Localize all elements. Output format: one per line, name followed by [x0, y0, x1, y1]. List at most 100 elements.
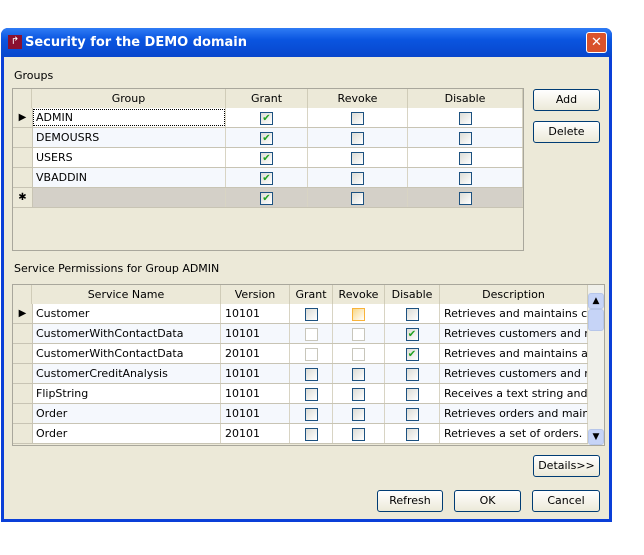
scrollbar-thumb[interactable]	[588, 309, 604, 331]
disable-checkbox[interactable]	[458, 172, 472, 185]
grant-checkbox[interactable]	[304, 388, 318, 401]
table-row[interactable]: VBADDIN ✔	[13, 168, 523, 188]
grant-checkbox[interactable]: ✔	[260, 172, 273, 185]
column-header-disable[interactable]: Disable	[408, 89, 523, 108]
disable-checkbox[interactable]	[405, 388, 419, 401]
table-row[interactable]: DEMOUSRS ✔	[13, 128, 523, 148]
disable-cell	[385, 304, 440, 323]
title-bar[interactable]: ↱ Security for the DEMO domain ✕	[1, 28, 612, 57]
grant-checkbox[interactable]: ✔	[260, 152, 273, 165]
grant-checkbox[interactable]: ✔	[260, 112, 273, 125]
column-header-disable[interactable]: Disable	[385, 285, 440, 304]
group-name-cell[interactable]: ADMIN	[32, 108, 226, 127]
groups-label: Groups	[14, 69, 54, 82]
revoke-checkbox[interactable]	[351, 192, 364, 205]
grant-checkbox[interactable]	[304, 308, 318, 321]
disable-checkbox[interactable]	[405, 408, 419, 421]
row-header	[13, 148, 33, 167]
groups-grid[interactable]: Group Grant Revoke Disable ▶ ADMIN ✔ DEMOUSRS ✔ U…	[12, 88, 524, 251]
row-header	[13, 404, 33, 423]
grant-checkbox[interactable]: ✔	[260, 192, 273, 205]
revoke-checkbox[interactable]	[352, 348, 365, 361]
group-name-cell[interactable]: VBADDIN	[32, 168, 226, 187]
description-cell: Retrieves and maintains cu	[440, 304, 588, 323]
grant-cell	[290, 404, 333, 423]
disable-checkbox[interactable]: ✔	[405, 348, 419, 361]
table-row[interactable]: CustomerCreditAnalysis 10101 Retrieves cus…	[13, 364, 588, 384]
column-header-description[interactable]: Description	[440, 285, 588, 304]
column-header-grant[interactable]: Grant	[290, 285, 333, 304]
revoke-checkbox[interactable]	[352, 328, 365, 341]
close-button[interactable]: ✕	[586, 32, 607, 53]
table-row[interactable]: ▶ ADMIN ✔	[13, 108, 523, 128]
disable-checkbox[interactable]	[405, 368, 419, 381]
grant-checkbox[interactable]	[304, 408, 318, 421]
cancel-button[interactable]: Cancel	[532, 490, 600, 512]
column-header-version[interactable]: Version	[221, 285, 290, 304]
revoke-cell	[308, 148, 408, 167]
group-name-cell[interactable]	[32, 188, 226, 207]
table-row[interactable]: CustomerWithContactData 20101 ✔ Retrieves a…	[13, 344, 588, 364]
revoke-checkbox[interactable]	[352, 368, 365, 381]
details-button[interactable]: Details>>	[533, 455, 600, 477]
version-cell: 10101	[221, 404, 290, 423]
scroll-down-icon[interactable]: ▼	[588, 429, 604, 445]
services-grid[interactable]: Service Name Version Grant Revoke Disable Des…	[12, 284, 605, 446]
column-header-group[interactable]: Group	[32, 89, 226, 108]
version-cell: 10101	[221, 364, 290, 383]
disable-checkbox[interactable]	[458, 192, 472, 205]
table-row[interactable]: Order 20101 Retrieves a set of orders.	[13, 424, 588, 444]
version-cell: 20101	[221, 344, 290, 363]
disable-checkbox[interactable]	[458, 152, 472, 165]
table-row[interactable]: Order 10101 Retrieves orders and maint	[13, 404, 588, 424]
column-header-service-name[interactable]: Service Name	[32, 285, 221, 304]
grant-checkbox[interactable]	[304, 368, 318, 381]
row-header	[13, 344, 33, 363]
disable-cell	[385, 404, 440, 423]
ok-button[interactable]: OK	[454, 490, 521, 512]
table-row[interactable]: FlipString 10101 Receives a text string an…	[13, 384, 588, 404]
grant-checkbox[interactable]: ✔	[260, 132, 273, 145]
service-name-cell: CustomerCreditAnalysis	[32, 364, 221, 383]
current-row-indicator-icon: ▶	[13, 108, 33, 127]
revoke-checkbox[interactable]	[351, 132, 364, 145]
column-header-revoke[interactable]: Revoke	[308, 89, 408, 108]
revoke-checkbox[interactable]	[352, 408, 365, 421]
table-row[interactable]: USERS ✔	[13, 148, 523, 168]
disable-checkbox[interactable]	[458, 132, 472, 145]
version-cell: 10101	[221, 304, 290, 323]
disable-checkbox[interactable]	[405, 308, 419, 321]
delete-button[interactable]: Delete	[533, 121, 600, 143]
revoke-checkbox[interactable]	[351, 152, 364, 165]
revoke-checkbox[interactable]	[352, 308, 365, 321]
table-row[interactable]: ▶ Customer 10101 Retrieves and maintains cu	[13, 304, 588, 324]
service-permissions-label: Service Permissions for Group ADMIN	[14, 262, 220, 275]
grant-checkbox[interactable]	[304, 328, 318, 341]
revoke-checkbox[interactable]	[352, 388, 365, 401]
group-name-cell[interactable]: USERS	[32, 148, 226, 167]
disable-checkbox[interactable]	[458, 112, 472, 125]
grant-cell	[290, 324, 333, 343]
column-header-grant[interactable]: Grant	[226, 89, 308, 108]
revoke-cell	[308, 108, 408, 127]
scroll-up-icon[interactable]: ▲	[588, 293, 604, 309]
add-button[interactable]: Add	[533, 89, 600, 111]
column-header-revoke[interactable]: Revoke	[333, 285, 385, 304]
grant-cell	[290, 344, 333, 363]
group-name-cell[interactable]: DEMOUSRS	[32, 128, 226, 147]
revoke-checkbox[interactable]	[351, 172, 364, 185]
refresh-button[interactable]: Refresh	[377, 490, 443, 512]
description-cell: Retrieves orders and maint	[440, 404, 588, 423]
disable-cell	[408, 148, 523, 167]
grant-checkbox[interactable]	[304, 428, 318, 441]
revoke-checkbox[interactable]	[351, 112, 364, 125]
table-row[interactable]: CustomerWithContactData 10101 ✔ Retrieves c…	[13, 324, 588, 344]
grant-checkbox[interactable]	[304, 348, 318, 361]
disable-checkbox[interactable]: ✔	[405, 328, 419, 341]
vertical-scrollbar[interactable]: ▲ ▼	[588, 285, 604, 445]
disable-checkbox[interactable]	[405, 428, 419, 441]
revoke-checkbox[interactable]	[352, 428, 365, 441]
row-header	[13, 128, 33, 147]
new-row[interactable]: ✱ ✔	[13, 188, 523, 208]
row-header	[13, 384, 33, 403]
